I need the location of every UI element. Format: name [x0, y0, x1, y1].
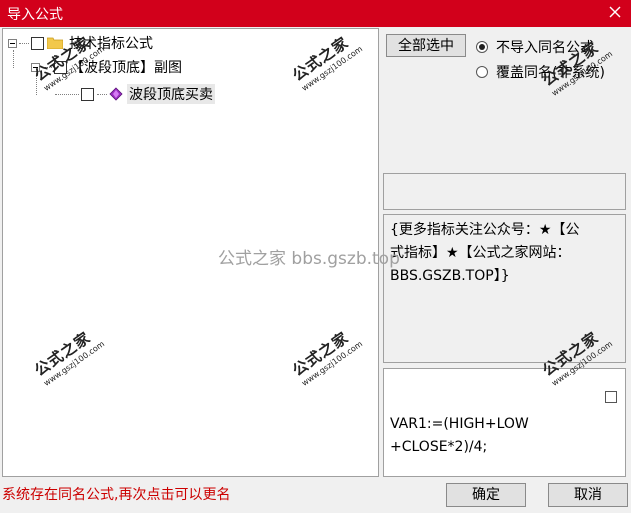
select-all-button[interactable]: 全部选中 — [386, 34, 466, 57]
formula-gem-icon — [109, 87, 123, 101]
radio-overwrite-same-name[interactable] — [476, 66, 488, 78]
ok-button[interactable]: 确定 — [446, 483, 526, 507]
name-field[interactable] — [383, 173, 626, 210]
tree-label-leaf[interactable]: 波段顶底买卖 — [127, 84, 215, 104]
tree-connector — [19, 42, 29, 44]
watermark-center: 公式之家 bbs.gszb.top — [218, 249, 400, 269]
code-line: VAR1:=(HIGH+LOW — [390, 416, 529, 432]
radio-skip-same-name[interactable] — [476, 41, 488, 53]
close-icon[interactable] — [605, 2, 625, 22]
description-line: {更多指标关注公众号：★【公 — [390, 222, 580, 238]
code-line: +CLOSE*2)/4; — [390, 439, 488, 455]
status-message: 系统存在同名公式,再次点击可以更名 — [2, 487, 231, 503]
cancel-button[interactable]: 取消 — [548, 483, 628, 507]
window-title: 导入公式 — [7, 7, 63, 23]
description-line: 式指标】★【公式之家网站： — [390, 245, 571, 261]
preview-checkbox[interactable] — [605, 391, 617, 403]
description-line: BBS.GSZB.TOP】} — [390, 268, 510, 284]
root-checkbox[interactable] — [31, 36, 44, 50]
collapse-icon[interactable] — [8, 38, 17, 48]
